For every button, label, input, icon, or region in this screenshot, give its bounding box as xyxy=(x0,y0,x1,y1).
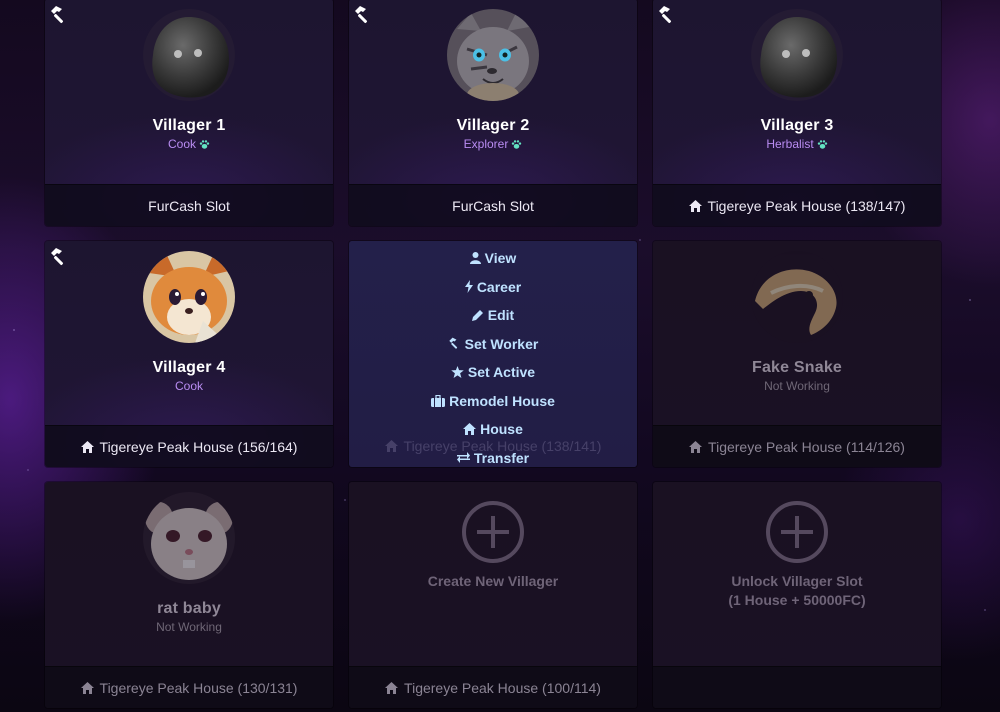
menu-set-worker[interactable]: Set Worker xyxy=(448,330,539,359)
menu-edit[interactable]: Edit xyxy=(471,301,515,330)
home-icon xyxy=(385,681,399,694)
menu-label: View xyxy=(484,250,517,267)
card-footer: FurCash Slot xyxy=(45,184,333,226)
bolt-icon xyxy=(464,280,473,294)
unlock-slot-card[interactable]: Unlock Villager Slot (1 House + 50000FC) xyxy=(653,482,941,708)
home-icon xyxy=(689,440,703,453)
villager-name[interactable]: Fake Snake xyxy=(653,359,941,377)
footer-label: Tigereye Peak House (156/164) xyxy=(99,438,298,455)
star-icon xyxy=(451,366,464,379)
user-icon xyxy=(469,252,481,265)
menu-label: Set Active xyxy=(467,364,536,381)
career-label: Not Working xyxy=(764,379,830,393)
villager-card[interactable]: Villager 1 Cook FurCash Slot xyxy=(45,0,333,226)
villager-card[interactable]: Villager 2 Explorer FurCash Slot xyxy=(349,0,637,226)
unlock-slot-cost: (1 House + 50000FC) xyxy=(728,592,866,608)
menu-remodel-house[interactable]: Remodel House xyxy=(431,387,555,416)
villager-card[interactable]: rat baby Not Working Tigereye Peak House… xyxy=(45,482,333,708)
menu-view[interactable]: View xyxy=(469,244,517,273)
career-label: Cook xyxy=(174,379,203,393)
avatar[interactable] xyxy=(751,9,843,101)
card-footer: Tigereye Peak House (138/147) xyxy=(653,184,941,226)
career-label: Not Working xyxy=(156,620,222,634)
villager-career: Cook xyxy=(45,137,333,151)
villager-action-menu[interactable]: Tigereye Peak House (138/141) View Caree… xyxy=(349,241,637,467)
villager-career: Not Working xyxy=(45,620,333,634)
paw-icon xyxy=(511,139,522,150)
career-label: Cook xyxy=(167,137,196,151)
villager-card[interactable]: Villager 4 Cook Tigereye Peak House (156… xyxy=(45,241,333,467)
hammer-icon xyxy=(49,247,69,267)
avatar[interactable] xyxy=(143,492,235,584)
menu-label: Edit xyxy=(487,307,515,324)
villager-name[interactable]: rat baby xyxy=(45,600,333,618)
footer-label: FurCash Slot xyxy=(452,197,534,214)
villager-name[interactable]: Villager 3 xyxy=(653,117,941,135)
villager-career: Herbalist xyxy=(653,137,941,151)
career-label: Explorer xyxy=(463,137,509,151)
card-footer: Tigereye Peak House (100/114) xyxy=(349,666,637,708)
villager-career: Cook xyxy=(45,379,333,393)
avatar[interactable] xyxy=(447,9,539,101)
menu-house[interactable]: House xyxy=(463,415,523,444)
create-villager-label[interactable]: Create New Villager xyxy=(349,572,637,591)
menu-career[interactable]: Career xyxy=(464,273,522,302)
career-label: Herbalist xyxy=(766,137,814,151)
hammer-icon xyxy=(448,337,461,350)
avatar[interactable] xyxy=(143,9,235,101)
hammer-icon xyxy=(49,5,69,25)
hammer-icon xyxy=(657,5,677,25)
menu-label: House xyxy=(480,421,523,438)
footer-label: FurCash Slot xyxy=(148,197,230,214)
paw-icon xyxy=(817,139,828,150)
avatar[interactable] xyxy=(143,251,235,343)
villager-card[interactable]: Villager 3 Herbalist Tigereye Peak House… xyxy=(653,0,941,226)
footer-label: Tigereye Peak House (138/147) xyxy=(707,197,906,214)
hammer-icon xyxy=(353,5,373,25)
footer-label: Tigereye Peak House (130/131) xyxy=(99,679,298,696)
menu-label: Transfer xyxy=(473,449,530,466)
menu-transfer[interactable]: Transfer xyxy=(456,444,530,468)
villager-career: Not Working xyxy=(653,379,941,393)
avatar[interactable] xyxy=(751,251,843,343)
footer-label: Tigereye Peak House (114/126) xyxy=(708,438,905,455)
menu-set-active[interactable]: Set Active xyxy=(451,358,535,387)
unlock-slot-title: Unlock Villager Slot xyxy=(731,573,863,589)
villager-name[interactable]: Villager 2 xyxy=(349,117,637,135)
unlock-slot-label[interactable]: Unlock Villager Slot (1 House + 50000FC) xyxy=(653,572,941,610)
exchange-icon xyxy=(456,452,470,464)
home-icon xyxy=(80,681,94,694)
create-villager-card[interactable]: Create New Villager Tigereye Peak House … xyxy=(349,482,637,708)
menu-label: Career xyxy=(476,278,522,295)
villager-career: Explorer xyxy=(349,137,637,151)
villager-name[interactable]: Villager 4 xyxy=(45,359,333,377)
action-menu-list: View Career Edit Set Worker Set Active R… xyxy=(349,244,637,467)
plus-circle-icon[interactable] xyxy=(765,500,829,564)
card-footer: Tigereye Peak House (156/164) xyxy=(45,425,333,467)
menu-label: Remodel House xyxy=(449,392,555,409)
suitcase-icon xyxy=(431,394,446,407)
home-icon xyxy=(80,440,94,453)
footer-label: Tigereye Peak House (100/114) xyxy=(404,679,601,696)
card-footer xyxy=(653,666,941,708)
pencil-icon xyxy=(471,309,484,322)
home-icon xyxy=(463,423,477,436)
paw-icon xyxy=(199,139,210,150)
villager-grid: Villager 1 Cook FurCash Slot Villager 2 … xyxy=(45,0,941,708)
card-footer: Tigereye Peak House (114/126) xyxy=(653,425,941,467)
menu-label: Set Worker xyxy=(464,335,539,352)
villager-card[interactable]: Fake Snake Not Working Tigereye Peak Hou… xyxy=(653,241,941,467)
plus-circle-icon[interactable] xyxy=(461,500,525,564)
home-icon xyxy=(688,199,702,212)
card-footer: FurCash Slot xyxy=(349,184,637,226)
villager-name[interactable]: Villager 1 xyxy=(45,117,333,135)
card-footer: Tigereye Peak House (130/131) xyxy=(45,666,333,708)
